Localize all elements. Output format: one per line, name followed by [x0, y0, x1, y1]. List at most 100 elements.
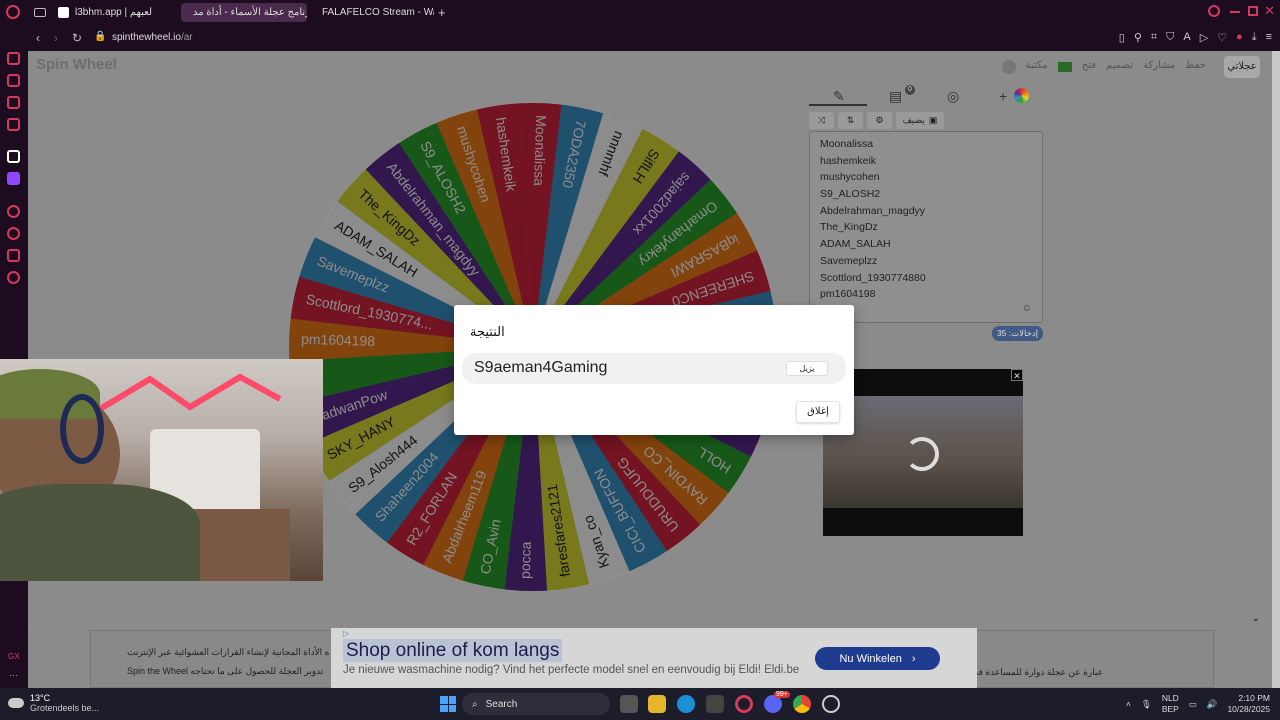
entries-textarea[interactable]: Moonalissa hashemkeik mushycohen S9_ALOS…	[809, 131, 1043, 323]
new-tab-button[interactable]: +	[438, 5, 446, 20]
aria-icon[interactable]	[7, 52, 20, 65]
add-image-button[interactable]: يضيف ▣	[896, 112, 944, 129]
keyboard-layout: BEP	[1161, 704, 1179, 714]
file-explorer-icon[interactable]	[648, 695, 666, 713]
minimize-icon[interactable]	[1230, 11, 1240, 13]
remove-button[interactable]: يزيل	[786, 361, 828, 376]
sidebar-toggle-icon[interactable]: ▯	[1119, 31, 1125, 44]
gx-icon[interactable]	[7, 150, 20, 163]
header-link-save[interactable]: حفظ	[1185, 60, 1206, 74]
menu-icon[interactable]: ≡	[1266, 31, 1272, 44]
result-dialog: النتيجة S9aeman4Gaming يزيل إغلاق	[454, 305, 854, 435]
chrome-icon[interactable]	[793, 695, 811, 713]
snapshot-icon[interactable]: ⌗	[1151, 31, 1157, 44]
banner-ad[interactable]: ▷ Shop online of kom langs Je nieuwe was…	[331, 628, 977, 688]
dialog-title: النتيجة	[470, 324, 505, 339]
chevron-up-icon[interactable]: ˄	[1126, 699, 1131, 709]
windows-taskbar: 13°C Grotendeels be... ⌕ Search 99+ ˄ 🎙 …	[0, 688, 1280, 720]
twitch-icon[interactable]	[7, 172, 20, 185]
clock[interactable]: 2:10 PM 10/28/2025	[1227, 693, 1270, 715]
my-wheels-button[interactable]: عجلاتي	[1224, 56, 1260, 78]
adchoices-icon[interactable]: ▷	[343, 629, 349, 638]
maximize-icon[interactable]	[1248, 6, 1258, 16]
header-link-library[interactable]: مكتبة	[1026, 60, 1048, 74]
shuffle-button[interactable]: ⤨	[809, 112, 834, 129]
header-link-open[interactable]: فتح	[1082, 60, 1096, 74]
entry-item: hashemkeik	[820, 154, 877, 167]
webcam-overlay	[0, 359, 323, 581]
ad-cta-button[interactable]: Nu Winkelen ›	[815, 647, 940, 670]
gx-corner-icon[interactable]: GX	[8, 652, 20, 661]
profile-icon[interactable]: ●	[1236, 31, 1243, 44]
instagram-icon[interactable]	[7, 118, 20, 131]
pin-icon[interactable]: ⚲	[1134, 31, 1142, 44]
tab-l3bhm[interactable]: l3bhm.app | لعبهم	[52, 3, 178, 22]
monitor-icon[interactable]: ▭	[1189, 699, 1197, 710]
entry-item: Moonalissa	[820, 138, 874, 150]
results-tab-icon[interactable]: ▤	[889, 88, 902, 105]
forward-icon[interactable]: ›	[54, 31, 58, 45]
header-link-share[interactable]: مشاركة	[1143, 60, 1175, 74]
winner-name: S9aeman4Gaming	[474, 359, 608, 376]
scroll-down-icon[interactable]: ⌄	[1252, 613, 1260, 624]
clock-date: 10/28/2025	[1227, 704, 1270, 714]
chevron-right-icon: ›	[911, 652, 916, 665]
taskbar-search[interactable]: ⌕ Search	[462, 693, 610, 715]
color-theme-icon[interactable]	[1014, 88, 1029, 103]
replay-icon[interactable]	[905, 437, 939, 471]
speaker-icon[interactable]: 🔊	[1207, 699, 1218, 710]
settings-icon[interactable]	[1001, 60, 1016, 74]
store-icon[interactable]	[706, 695, 724, 713]
person-body	[0, 484, 200, 581]
settings-icon[interactable]	[7, 271, 20, 284]
microphone-icon[interactable]: 🎙	[1141, 699, 1152, 710]
reload-icon[interactable]: ↻	[72, 31, 82, 45]
opera-logo-icon[interactable]	[6, 5, 20, 19]
shield-icon[interactable]: ⛉	[1166, 31, 1174, 44]
ad-body: Je nieuwe wasmachine nodig? Vind het per…	[343, 664, 800, 676]
heart-icon[interactable]: ♡	[1217, 31, 1227, 44]
url-path: /ar	[180, 32, 193, 43]
settings-button[interactable]: ⚙	[867, 112, 892, 129]
search-tabs-icon[interactable]	[1208, 5, 1220, 17]
tab-falafelco[interactable]: FALAFELCO Stream - Wat	[310, 3, 434, 22]
history-icon[interactable]	[7, 227, 20, 240]
panel-actions: ⤨ ⇅ ⚙ يضيف ▣	[809, 112, 944, 129]
player-icon[interactable]	[7, 205, 20, 218]
more-icon[interactable]: ···	[9, 670, 18, 680]
close-window-icon[interactable]: ✕	[1264, 3, 1275, 19]
download-icon[interactable]: ⤓	[1252, 31, 1257, 44]
emoji-icon[interactable]: ☺	[1022, 303, 1032, 314]
translate-icon[interactable]: A	[1183, 31, 1190, 44]
weather-widget[interactable]: 13°C Grotendeels be...	[8, 693, 99, 713]
footer-line-1: ه الأداة المجانية لإنشاء القرارات العشوا…	[127, 647, 330, 657]
close-ad-icon[interactable]: ✕	[1011, 369, 1023, 381]
opera-gx-icon[interactable]	[735, 695, 753, 713]
entries-count-badge: إدخالات: 35	[991, 326, 1043, 341]
add-wheel-icon[interactable]: +	[999, 88, 1007, 104]
close-button[interactable]: إغلاق	[796, 401, 840, 423]
entry-item: Abdelrahman_magdyy	[820, 204, 926, 217]
play-icon[interactable]: ▷	[1200, 31, 1208, 44]
ad-title[interactable]: Shop online of kom langs	[343, 639, 563, 662]
entry-item: pm1604198	[820, 288, 876, 301]
workspaces-icon[interactable]	[34, 8, 46, 17]
header-link-design[interactable]: تصميم	[1106, 60, 1133, 74]
obs-icon[interactable]	[822, 695, 840, 713]
saudi-flag-icon[interactable]	[1057, 62, 1072, 72]
tab-spinthewheel[interactable]: برنامج عجلة الأسماء - أداة مد...	[181, 3, 307, 22]
edge-icon[interactable]	[677, 695, 695, 713]
site-logo[interactable]: Spin Wheel	[36, 56, 117, 73]
sort-button[interactable]: ⇅	[838, 112, 863, 129]
edit-tab-icon[interactable]: ✎	[833, 88, 845, 105]
windows-start-icon[interactable]	[440, 696, 456, 712]
hide-tab-icon[interactable]: ◎	[947, 88, 959, 105]
task-view-icon[interactable]	[620, 695, 638, 713]
input-language[interactable]: NLD BEP	[1162, 693, 1179, 715]
extensions-icon[interactable]	[7, 249, 20, 262]
page-scrollbar[interactable]	[1272, 51, 1280, 688]
messenger-icon[interactable]	[7, 96, 20, 109]
back-icon[interactable]: ‹	[36, 31, 40, 45]
bag-icon[interactable]	[7, 74, 20, 87]
url-field[interactable]: spinthewheel.io/ar	[112, 32, 193, 43]
